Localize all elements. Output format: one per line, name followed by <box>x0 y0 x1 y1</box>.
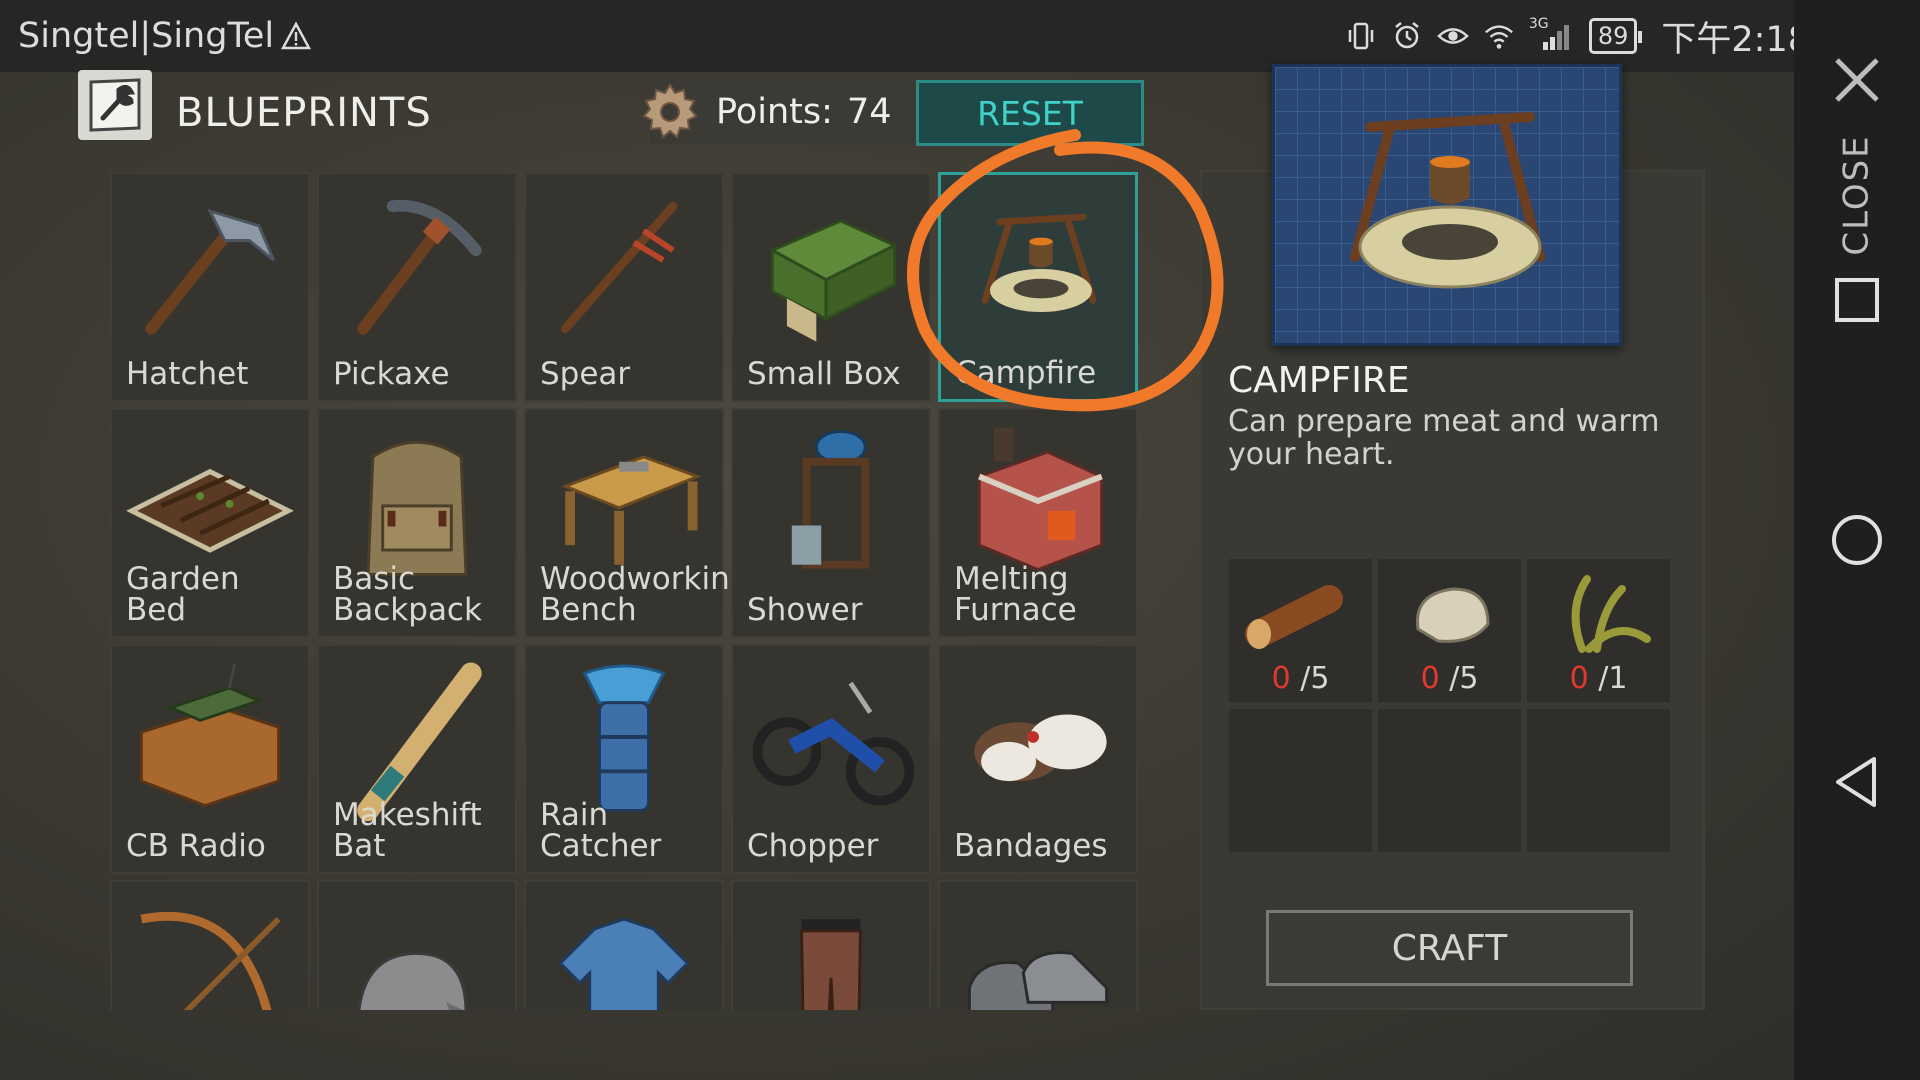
blueprint-item-pants[interactable] <box>731 880 931 1010</box>
close-icon <box>1835 58 1879 102</box>
points-value: 74 <box>846 92 892 132</box>
item-label: Garden Bed <box>126 561 240 628</box>
carrier-name: Singtel|SingTel <box>18 16 275 56</box>
blueprint-item-bow[interactable] <box>110 880 310 1010</box>
battery-indicator: 89 <box>1588 18 1642 54</box>
points-label: Points: <box>716 92 833 132</box>
craft-button[interactable]: CRAFT <box>1266 910 1633 986</box>
signal-icon: 3G <box>1529 16 1575 52</box>
item-label: Spear <box>540 356 631 392</box>
blueprint-item-shoes[interactable] <box>938 880 1138 1010</box>
recent-apps-button[interactable] <box>1794 275 1920 325</box>
system-nav-bar: CLOSE <box>1794 0 1920 1080</box>
motorcycle-icon <box>752 681 915 806</box>
item-label: Makeshift Bat <box>333 797 482 864</box>
back-triangle-icon <box>1836 757 1876 807</box>
blueprint-grid: Hatchet Pickaxe Spear Small Box Campfire… <box>110 172 1142 1010</box>
item-label: Woodworking Bench <box>540 561 750 628</box>
detail-blueprint-image <box>1272 64 1622 346</box>
status-bar: Singtel|SingTel 3G 89 下午2:18 <box>0 0 1920 72</box>
shower-icon <box>791 429 870 569</box>
blueprint-item-bandages[interactable]: Bandages <box>938 644 1138 874</box>
gear-icon <box>638 80 702 144</box>
warning-icon <box>280 20 312 52</box>
spear-icon <box>560 201 678 334</box>
alarm-icon <box>1391 20 1423 52</box>
item-label: Hatchet <box>126 356 249 392</box>
blueprint-item-woodworking-bench[interactable]: Woodworking Bench <box>524 408 750 638</box>
blueprint-item-makeshift-bat[interactable]: Makeshift Bat <box>317 644 517 874</box>
campfire-icon <box>1350 112 1545 289</box>
campfire-icon <box>981 213 1097 313</box>
item-label: Chopper <box>747 828 879 864</box>
blueprint-item-chopper[interactable]: Chopper <box>731 644 931 874</box>
square-icon <box>1835 278 1879 322</box>
shirt-icon <box>558 917 690 1010</box>
ingredient-count: 0 /5 <box>1420 661 1479 696</box>
blueprint-item-basic-backpack[interactable]: Basic Backpack <box>317 408 517 638</box>
reset-button[interactable]: RESET <box>916 80 1144 146</box>
close-label: CLOSE <box>1794 130 1920 260</box>
ingredient-slot-empty <box>1526 708 1671 853</box>
item-label: CB Radio <box>126 828 266 864</box>
ingredient-count: 0 /1 <box>1569 661 1628 696</box>
radio-icon <box>139 663 281 808</box>
ingredient-count: 0 /5 <box>1271 661 1330 696</box>
blueprint-item-pickaxe[interactable]: Pickaxe <box>317 172 517 402</box>
status-icons: 3G 89 下午2:18 <box>1345 11 1810 62</box>
close-button[interactable] <box>1794 50 1920 110</box>
blueprint-icon <box>78 70 152 140</box>
item-label: Campfire <box>955 355 1097 391</box>
home-button[interactable] <box>1794 510 1920 570</box>
page-title: BLUEPRINTS <box>176 90 432 136</box>
blueprint-item-campfire[interactable]: Campfire <box>938 172 1138 402</box>
bow-icon <box>140 911 281 1010</box>
network-type: 3G <box>1528 16 1549 32</box>
blueprint-item-garden-bed[interactable]: Garden Bed <box>110 408 310 638</box>
pants-icon <box>800 919 862 1010</box>
carrier: Singtel|SingTel <box>18 16 312 56</box>
blueprint-item-rain-catcher[interactable]: Rain Catcher <box>524 644 724 874</box>
back-button[interactable] <box>1794 752 1920 812</box>
small-box-icon <box>768 219 899 342</box>
log-icon <box>1245 585 1343 649</box>
ingredient-slot-empty <box>1228 708 1373 853</box>
detail-description: Can prepare meat and warm your heart. <box>1228 404 1660 472</box>
points-display: Points: 74 <box>642 80 915 144</box>
item-label: Bandages <box>954 828 1108 864</box>
ingredient-slot-empty <box>1377 708 1522 853</box>
blueprint-item-cb-radio[interactable]: CB Radio <box>110 644 310 874</box>
blueprint-item-hatchet[interactable]: Hatchet <box>110 172 310 402</box>
close-text: CLOSE <box>1836 134 1877 256</box>
item-label: Rain Catcher <box>540 797 662 864</box>
hatchet-icon <box>145 208 276 335</box>
clock: 下午2:18 <box>1661 19 1810 60</box>
circle-icon <box>1832 515 1882 565</box>
item-label: Basic Backpack <box>333 561 482 628</box>
plant-fiber-icon <box>1571 575 1651 653</box>
ingredient-slot[interactable]: 0 /1 <box>1526 558 1671 703</box>
bandages-icon <box>974 714 1107 782</box>
pickaxe-icon <box>357 199 482 335</box>
stone-icon <box>1415 587 1490 643</box>
item-label: Small Box <box>747 356 901 392</box>
shoes-icon <box>967 951 1109 1010</box>
ingredient-slot[interactable]: 0 /5 <box>1377 558 1522 703</box>
blueprint-item-spear[interactable]: Spear <box>524 172 724 402</box>
item-label: Melting Furnace <box>954 561 1077 628</box>
detail-title: CAMPFIRE <box>1228 360 1410 401</box>
blueprint-item-cap[interactable] <box>317 880 517 1010</box>
item-label: Pickaxe <box>333 356 450 392</box>
cap-icon <box>357 951 468 1010</box>
blueprint-item-small-box[interactable]: Small Box <box>731 172 931 402</box>
blueprint-item-shower[interactable]: Shower <box>731 408 931 638</box>
blueprint-item-melting-furnace[interactable]: Melting Furnace <box>938 408 1138 638</box>
wifi-icon <box>1483 20 1515 52</box>
vibrate-icon <box>1345 20 1377 52</box>
item-label: Shower <box>747 592 863 628</box>
blueprint-item-shirt[interactable] <box>524 880 724 1010</box>
eye-icon <box>1437 20 1469 52</box>
ingredient-slot[interactable]: 0 /5 <box>1228 558 1373 703</box>
